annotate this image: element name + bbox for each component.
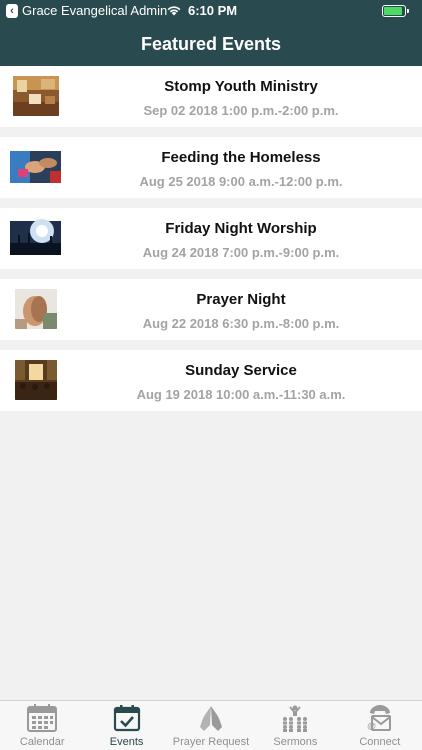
- battery-nub: [407, 9, 409, 13]
- tab-label: Sermons: [273, 736, 318, 748]
- page-title: Featured Events: [140, 33, 282, 54]
- tab-prayer-request[interactable]: Prayer Request: [169, 701, 253, 750]
- event-date: Aug 22 2018 6:30 p.m.-8:00 p.m.: [142, 316, 340, 331]
- event-title: Friday Night Worship: [165, 220, 317, 237]
- event-title: Stomp Youth Ministry: [164, 78, 318, 95]
- tab-events[interactable]: Events: [84, 701, 168, 750]
- event-date: Aug 24 2018 7:00 p.m.-9:00 p.m.: [142, 245, 340, 260]
- event-row[interactable]: Friday Night Worship Aug 24 2018 7:00 p.…: [0, 208, 422, 269]
- phone-mail-icon: @: [367, 705, 391, 731]
- praying-hands-photo: [15, 289, 57, 329]
- svg-text:@: @: [367, 721, 376, 731]
- event-row[interactable]: Stomp Youth Ministry Sep 02 2018 1:00 p.…: [0, 66, 422, 127]
- concert-crowd-photo: [10, 219, 61, 255]
- event-row[interactable]: Sunday Service Aug 19 2018 10:00 a.m.-11…: [0, 350, 422, 411]
- tab-calendar[interactable]: Calendar: [0, 701, 84, 750]
- event-date: Sep 02 2018 1:00 p.m.-2:00 p.m.: [143, 103, 339, 118]
- events-list: Stomp Youth Ministry Sep 02 2018 1:00 p.…: [0, 66, 422, 421]
- tab-label: Calendar: [19, 736, 65, 748]
- event-title: Prayer Night: [196, 291, 286, 308]
- calendar-icon: [27, 704, 58, 732]
- status-time: 6:10 PM: [188, 3, 238, 18]
- back-to-app-label[interactable]: Grace Evangelical Admin: [22, 3, 167, 18]
- hands-giving-photo: [10, 151, 61, 183]
- battery-level: [384, 7, 402, 15]
- event-date: Aug 19 2018 10:00 a.m.-11:30 a.m.: [136, 387, 346, 402]
- sermons-icon: [283, 705, 308, 732]
- wifi-icon: [167, 6, 181, 16]
- event-row[interactable]: Feeding the Homeless Aug 25 2018 9:00 a.…: [0, 137, 422, 198]
- event-title: Feeding the Homeless: [161, 149, 321, 166]
- tab-sermons[interactable]: Sermons: [253, 701, 337, 750]
- tab-label: Events: [109, 736, 144, 748]
- nav-bar: Featured Events: [0, 22, 422, 66]
- tab-connect[interactable]: @ Connect: [338, 701, 422, 750]
- event-row[interactable]: Prayer Night Aug 22 2018 6:30 p.m.-8:00 …: [0, 279, 422, 340]
- tab-label: Connect: [359, 736, 401, 748]
- youth-room-photo: [13, 76, 59, 116]
- event-title: Sunday Service: [185, 362, 297, 379]
- back-arrow-icon[interactable]: ‹: [6, 4, 18, 18]
- battery-icon: [382, 5, 406, 17]
- church-service-photo: [15, 360, 57, 400]
- tab-label: Prayer Request: [172, 736, 250, 748]
- praying-hands-icon: [200, 706, 223, 731]
- tab-bar: Calendar Events Prayer Request Sermons @…: [0, 700, 422, 750]
- event-date: Aug 25 2018 9:00 a.m.-12:00 p.m.: [139, 174, 343, 189]
- status-bar: ‹ Grace Evangelical Admin 6:10 PM: [0, 0, 422, 22]
- events-icon: [113, 705, 140, 732]
